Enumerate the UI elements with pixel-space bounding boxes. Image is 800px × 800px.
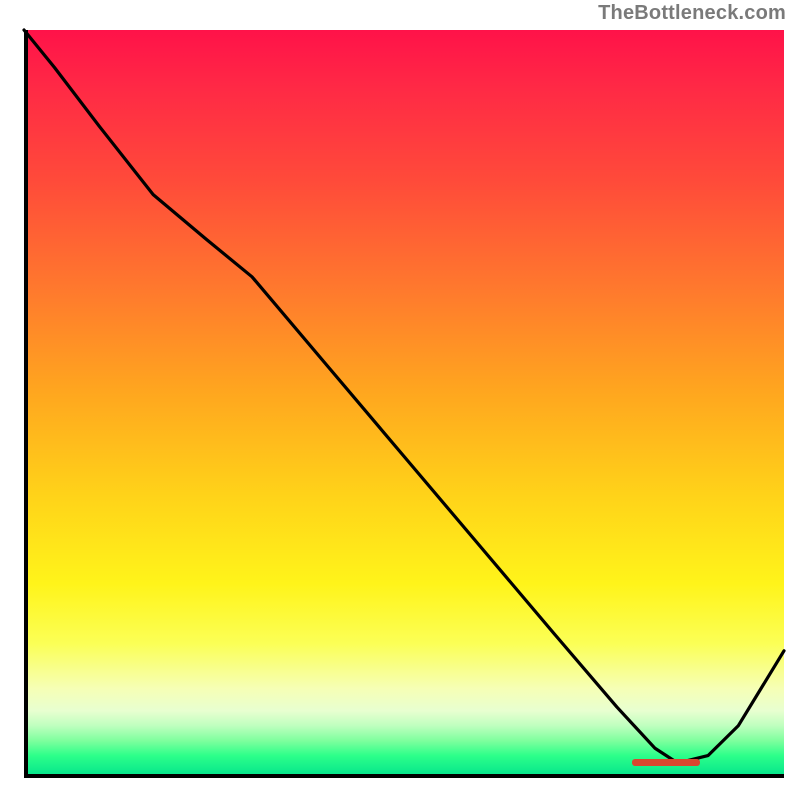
line-series <box>24 30 784 778</box>
highlight-marker <box>632 759 700 766</box>
attribution-text: TheBottleneck.com <box>598 2 786 25</box>
